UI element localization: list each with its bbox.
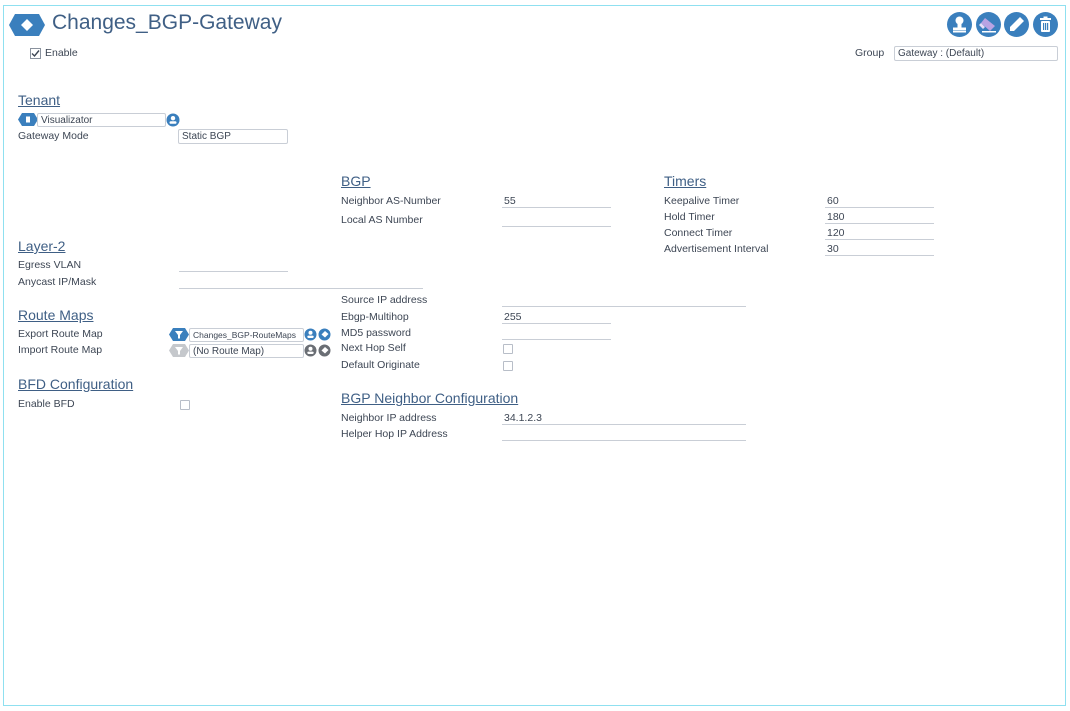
enable-bfd-label: Enable BFD	[18, 398, 75, 410]
connect-timer-underline	[825, 239, 934, 240]
connect-timer-label: Connect Timer	[664, 227, 733, 239]
multihop-input[interactable]: 255	[504, 311, 522, 323]
md5-input[interactable]	[502, 339, 611, 340]
import-filter-icon	[169, 344, 189, 357]
user-stamp-icon	[953, 16, 966, 33]
multihop-underline	[502, 323, 611, 324]
md5-label: MD5 password	[341, 327, 412, 339]
gateway-mode-select[interactable]: Static BGP	[178, 129, 288, 144]
multihop-label: Ebgp-Multihop	[341, 311, 409, 323]
neighbor-as-input[interactable]: 55	[504, 195, 516, 207]
tenant-user-icon[interactable]	[166, 113, 180, 127]
pencil-icon	[1010, 17, 1024, 31]
trash-icon	[1040, 16, 1051, 32]
local-as-input[interactable]	[502, 226, 611, 227]
neighbor-ip-input[interactable]: 34.1.2.3	[504, 412, 542, 424]
helper-hop-label: Helper Hop IP Address	[341, 428, 448, 440]
neighbor-ip-label: Neighbor IP address	[341, 412, 437, 424]
main-panel	[3, 5, 1066, 706]
timers-heading: Timers	[664, 173, 707, 189]
source-ip-label: Source IP address	[341, 294, 428, 306]
enable-checkbox[interactable]	[30, 48, 41, 59]
source-ip-input[interactable]	[502, 306, 746, 307]
connect-timer-input[interactable]: 120	[827, 227, 845, 239]
enable-label: Enable	[45, 47, 78, 59]
edit-button[interactable]	[1004, 12, 1029, 37]
group-label: Group	[855, 47, 885, 59]
bgp-heading: BGP	[341, 173, 371, 189]
hold-timer-underline	[825, 223, 934, 224]
anycast-label: Anycast IP/Mask	[18, 276, 97, 288]
import-route-map-label: Import Route Map	[18, 344, 103, 356]
import-user-icon[interactable]	[304, 344, 317, 357]
hold-timer-label: Hold Timer	[664, 211, 715, 223]
helper-hop-input[interactable]	[502, 440, 746, 441]
neighbor-ip-underline	[502, 424, 746, 425]
page-title: Changes_BGP-Gateway	[52, 11, 282, 34]
keepalive-input[interactable]: 60	[827, 195, 839, 207]
group-select[interactable]: Gateway : (Default)	[894, 46, 1058, 61]
next-hop-self-label: Next Hop Self	[341, 342, 406, 354]
export-route-map-select[interactable]: Changes_BGP-RouteMaps	[189, 328, 304, 342]
enable-bfd-checkbox[interactable]	[180, 400, 190, 410]
export-filter-icon	[169, 328, 189, 341]
egress-vlan-label: Egress VLAN	[18, 259, 82, 271]
local-as-label: Local AS Number	[341, 214, 423, 226]
route-maps-heading: Route Maps	[18, 307, 94, 323]
bfd-heading: BFD Configuration	[18, 376, 134, 392]
stamp-button[interactable]	[947, 12, 972, 37]
advert-interval-underline	[825, 255, 934, 256]
delete-button[interactable]	[1033, 12, 1058, 37]
eraser-icon	[979, 18, 996, 33]
hold-timer-input[interactable]: 180	[827, 211, 845, 223]
export-eraser-icon[interactable]	[318, 328, 331, 341]
neighbor-as-underline	[502, 207, 611, 208]
default-originate-checkbox[interactable]	[503, 361, 513, 371]
neighbor-config-heading: BGP Neighbor Configuration	[341, 390, 519, 406]
keepalive-label: Keepalive Timer	[664, 195, 740, 207]
import-route-map-select[interactable]: (No Route Map)	[189, 344, 304, 358]
advert-interval-label: Advertisement Interval	[664, 243, 769, 255]
layer2-heading: Layer-2	[18, 238, 66, 254]
neighbor-as-label: Neighbor AS-Number	[341, 195, 441, 207]
gateway-mode-label: Gateway Mode	[18, 130, 89, 142]
gateway-hexagon-icon[interactable]	[9, 14, 45, 36]
tenant-field[interactable]: Visualizator	[37, 113, 166, 127]
export-route-map-label: Export Route Map	[18, 328, 103, 340]
next-hop-self-checkbox[interactable]	[503, 344, 513, 354]
import-eraser-icon[interactable]	[318, 344, 331, 357]
keepalive-underline	[825, 207, 934, 208]
tenant-hexagon-icon	[18, 113, 38, 126]
anycast-input[interactable]	[179, 288, 423, 289]
egress-vlan-input[interactable]	[179, 271, 288, 272]
advert-interval-input[interactable]: 30	[827, 243, 839, 255]
default-originate-label: Default Originate	[341, 359, 420, 371]
export-user-icon[interactable]	[304, 328, 317, 341]
clear-button[interactable]	[976, 12, 1001, 37]
tenant-heading: Tenant	[18, 92, 61, 108]
